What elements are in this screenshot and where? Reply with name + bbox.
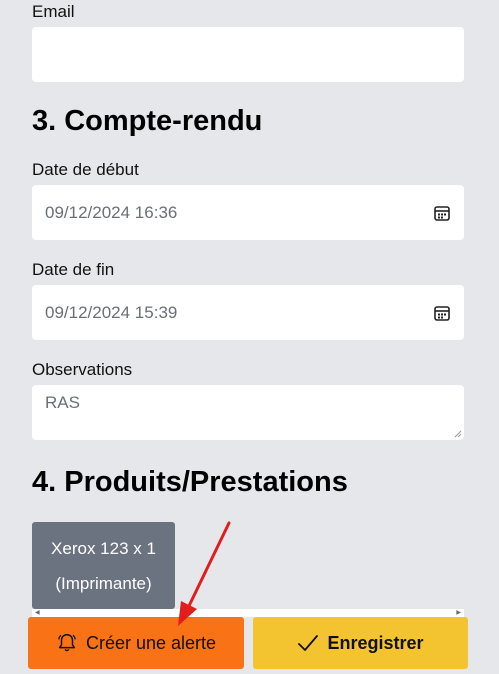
create-alert-button[interactable]: Créer une alerte [28, 617, 244, 669]
start-date-value: 09/12/2024 16:36 [45, 202, 178, 222]
scroll-right-icon[interactable]: ▶ [456, 610, 461, 616]
checkmark-icon [298, 635, 319, 651]
end-date-input[interactable]: 09/12/2024 15:39 [32, 285, 464, 340]
resize-grip-icon[interactable] [454, 430, 462, 438]
email-field[interactable] [32, 27, 464, 82]
start-date-label: Date de début [32, 160, 139, 179]
save-label: Enregistrer [327, 632, 424, 653]
end-date-label: Date de fin [32, 260, 115, 279]
observations-value: RAS [45, 393, 80, 412]
product-type: (Imprimante) [55, 574, 152, 593]
product-name: Xerox 123 x 1 [51, 539, 156, 558]
start-date-input[interactable]: 09/12/2024 16:36 [32, 185, 464, 240]
horizontal-scrollbar[interactable]: ◀ ▶ [32, 609, 464, 617]
create-alert-label: Créer une alerte [85, 632, 217, 653]
end-date-value: 09/12/2024 15:39 [45, 302, 178, 322]
email-label: Email [32, 2, 75, 21]
scroll-left-icon[interactable]: ◀ [35, 610, 40, 616]
section-heading-report: 3. Compte-rendu [32, 105, 263, 137]
product-card[interactable]: Xerox 123 x 1 (Imprimante) [32, 522, 175, 609]
calendar-icon[interactable] [433, 204, 451, 222]
observations-label: Observations [32, 360, 133, 379]
observations-textarea[interactable]: RAS [32, 385, 464, 440]
save-button[interactable]: Enregistrer [253, 617, 468, 669]
section-heading-products: 4. Produits/Prestations [32, 466, 348, 498]
calendar-icon[interactable] [433, 304, 451, 322]
bell-icon [58, 634, 76, 652]
